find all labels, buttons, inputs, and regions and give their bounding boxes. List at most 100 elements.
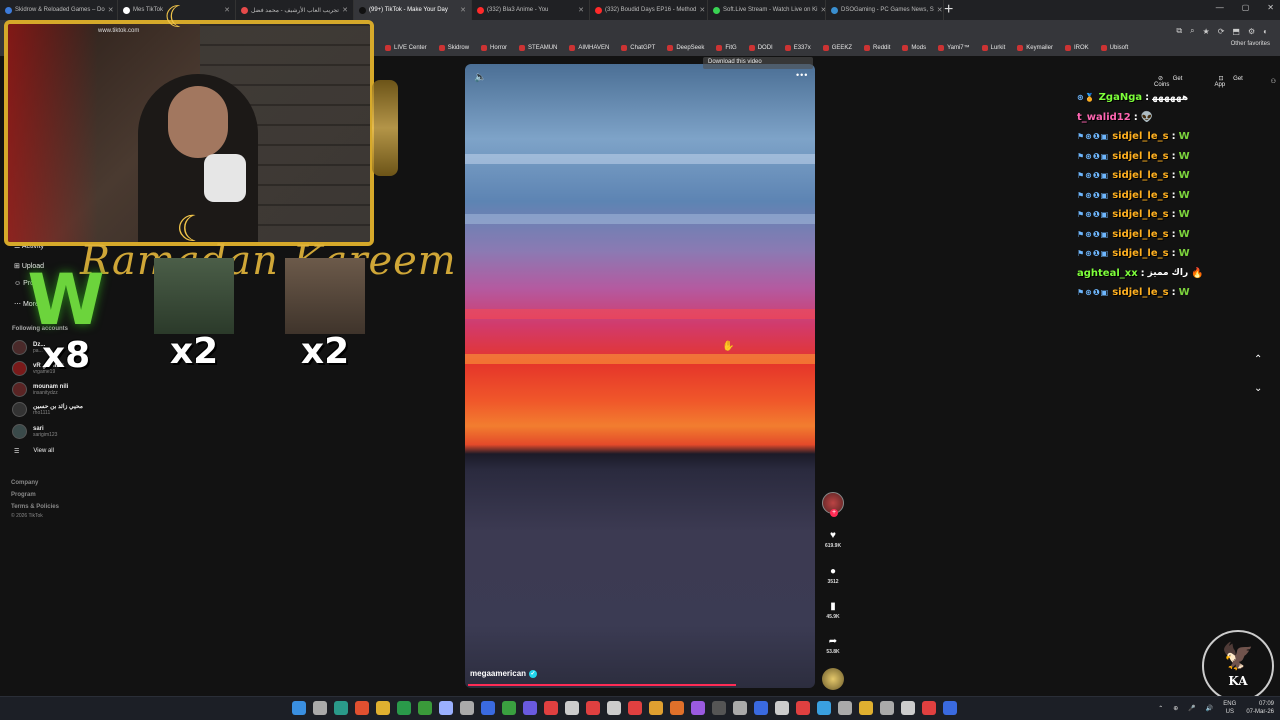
taskbar-app-icon[interactable]	[754, 701, 768, 715]
bookmark-item[interactable]: IROK	[1064, 45, 1089, 51]
taskbar-app-icon[interactable]	[628, 701, 642, 715]
taskbar-app-icon[interactable]	[586, 701, 600, 715]
clock[interactable]: 07:09 07-Mar-26	[1246, 700, 1274, 716]
taskbar-app-icon[interactable]	[292, 701, 306, 715]
bookmark-item[interactable]: Mods	[902, 45, 926, 51]
view-all-link[interactable]: ☰ View all	[14, 448, 54, 455]
share-button[interactable]: ➦ 53.8K	[818, 636, 848, 655]
next-video-button[interactable]: ⌄	[1254, 383, 1262, 394]
bookmark-item[interactable]: AIMHAVEN	[569, 45, 609, 51]
other-favorites[interactable]: Other favorites	[1231, 41, 1270, 47]
bookmark-item[interactable]: DODI	[748, 45, 773, 51]
like-button[interactable]: ♥ 619.9K	[818, 530, 848, 549]
toolbar-icon[interactable]: ⌕	[1190, 26, 1194, 36]
video-player[interactable]	[465, 64, 815, 688]
taskbar-app-icon[interactable]	[712, 701, 726, 715]
bookmark-item[interactable]: E337x	[784, 45, 811, 51]
tab-close-icon[interactable]: ✕	[224, 6, 230, 14]
video-progress-bar[interactable]	[468, 684, 737, 686]
close-window-icon[interactable]: ✕	[1267, 3, 1274, 12]
taskbar-app-icon[interactable]	[523, 701, 537, 715]
mute-icon[interactable]: 🔈	[474, 72, 486, 83]
taskbar-app-icon[interactable]	[502, 701, 516, 715]
toolbar-icon[interactable]: ◐	[1263, 27, 1268, 36]
tab-close-icon[interactable]: ✕	[460, 6, 466, 14]
avatar[interactable]	[12, 340, 27, 355]
taskbar-app-icon[interactable]	[460, 701, 474, 715]
taskbar-app-icon[interactable]	[418, 701, 432, 715]
taskbar-app-icon[interactable]	[859, 701, 873, 715]
taskbar-app-icon[interactable]	[880, 701, 894, 715]
bookmark-item[interactable]: Keymailer	[1017, 45, 1053, 51]
maximize-icon[interactable]: ▢	[1242, 3, 1250, 12]
taskbar-app-icon[interactable]	[691, 701, 705, 715]
taskbar-app-icon[interactable]	[796, 701, 810, 715]
toolbar-icon[interactable]: ⧉	[1176, 26, 1182, 36]
avatar[interactable]	[12, 402, 27, 417]
taskbar-app-icon[interactable]	[901, 701, 915, 715]
taskbar-app-icon[interactable]	[397, 701, 411, 715]
following-account[interactable]: sari sarigim123	[12, 424, 57, 439]
following-account[interactable]: mounam nili insanitydzz	[12, 382, 68, 397]
taskbar-app-icon[interactable]	[544, 701, 558, 715]
tray-icon[interactable]: 🔊	[1206, 705, 1213, 712]
browser-tab[interactable]: DSOGaming - PC Games News, S ✕	[826, 0, 944, 20]
language-indicator[interactable]: ENG US	[1223, 700, 1236, 716]
tray-icon[interactable]: ⊕	[1173, 705, 1178, 712]
avatar[interactable]	[12, 382, 27, 397]
comment-button[interactable]: ● 3512	[818, 566, 848, 585]
toolbar-icon[interactable]: ⟳	[1218, 27, 1225, 36]
taskbar-app-icon[interactable]	[838, 701, 852, 715]
download-video-tooltip[interactable]: Download this video	[703, 57, 813, 69]
bookmark-item[interactable]: DeepSeek	[667, 45, 704, 51]
profile-icon[interactable]: ⚇	[1267, 75, 1280, 88]
bookmark-item[interactable]: Reddit	[864, 45, 890, 51]
taskbar-app-icon[interactable]	[733, 701, 747, 715]
previous-video-button[interactable]: ⌃	[1254, 354, 1262, 365]
bookmark-item[interactable]: GEEKZ	[822, 45, 852, 51]
bookmark-item[interactable]: Horror	[481, 45, 507, 51]
toolbar-icon[interactable]: ⬒	[1232, 27, 1240, 36]
tray-icon[interactable]: ⌃	[1158, 705, 1163, 712]
bookmark-item[interactable]: Lurkit	[981, 45, 1005, 51]
footer-link[interactable]: Company	[11, 480, 38, 486]
footer-link[interactable]: Terms & Policies	[11, 504, 59, 510]
video-author[interactable]: megaamerican ✓	[470, 669, 538, 678]
bookmark-item[interactable]: Yami7™	[938, 45, 970, 51]
taskbar-app-icon[interactable]	[313, 701, 327, 715]
taskbar-app-icon[interactable]	[376, 701, 390, 715]
following-account[interactable]: محيي زائد بن حسين rho1111	[12, 402, 83, 417]
toolbar-icon[interactable]: ⚙	[1248, 27, 1255, 36]
bookmark-item[interactable]: LIVE Center	[385, 45, 427, 51]
taskbar-app-icon[interactable]	[607, 701, 621, 715]
tab-close-icon[interactable]: ✕	[108, 6, 114, 14]
taskbar-app-icon[interactable]	[922, 701, 936, 715]
new-tab-button[interactable]: +	[944, 1, 953, 19]
tab-close-icon[interactable]: ✕	[937, 6, 943, 14]
tray-icon[interactable]: 🎤	[1188, 705, 1195, 712]
taskbar-app-icon[interactable]	[670, 701, 684, 715]
tab-close-icon[interactable]: ✕	[578, 6, 584, 14]
more-options-icon[interactable]: •••	[796, 70, 808, 80]
creator-avatar[interactable]: +	[822, 492, 844, 517]
follow-plus-icon[interactable]: +	[830, 509, 838, 517]
avatar[interactable]	[12, 424, 27, 439]
tab-close-icon[interactable]: ✕	[699, 6, 705, 14]
taskbar-app-icon[interactable]	[649, 701, 663, 715]
browser-tab[interactable]: (99+) TikTok - Make Your Day ✕	[354, 0, 472, 20]
browser-tab[interactable]: (332) Bla3 Anime - You ✕	[472, 0, 590, 20]
save-button[interactable]: ▮ 45.9K	[818, 601, 848, 620]
taskbar-app-icon[interactable]	[355, 701, 369, 715]
taskbar-app-icon[interactable]	[565, 701, 579, 715]
taskbar-app-icon[interactable]	[481, 701, 495, 715]
bookmark-item[interactable]: STEAMUN	[519, 45, 557, 51]
browser-tab[interactable]: Skidrow & Reloaded Games – Do ✕	[0, 0, 118, 20]
avatar[interactable]	[12, 361, 27, 376]
footer-link[interactable]: Program	[11, 492, 36, 498]
browser-tab[interactable]: تجريب العاب الأرشيف - محمد فضل ✕	[236, 0, 354, 20]
bookmark-item[interactable]: FitG	[716, 45, 737, 51]
bookmark-item[interactable]: ChatGPT	[621, 45, 655, 51]
bookmark-item[interactable]: Skidrow	[438, 45, 469, 51]
minimize-icon[interactable]: —	[1216, 3, 1224, 12]
author-name[interactable]: megaamerican	[470, 669, 526, 678]
